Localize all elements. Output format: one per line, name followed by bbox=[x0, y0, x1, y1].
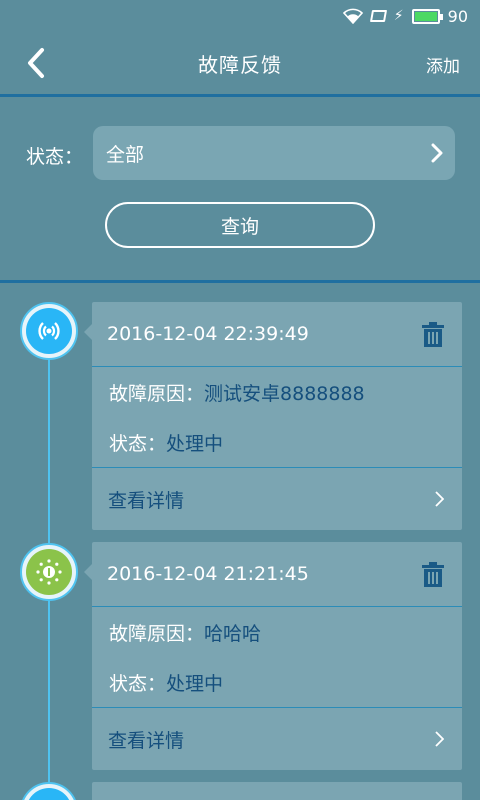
header-divider bbox=[0, 94, 480, 97]
reason-label: 故障原因： bbox=[109, 382, 205, 405]
record-card: 2016-12-04 21:21:45 故障原因： 哈哈哈 状态： 处理中 查看… bbox=[84, 542, 462, 770]
status-filter-select[interactable]: 全部 bbox=[93, 126, 455, 180]
chevron-right-icon bbox=[435, 491, 444, 507]
status-label: 状态： bbox=[109, 432, 167, 455]
status-row: 状态： 处理中 bbox=[92, 657, 462, 707]
sim-icon bbox=[369, 10, 387, 22]
record-header: 2016-12-04 21:21:45 bbox=[92, 542, 462, 606]
filter-divider bbox=[0, 280, 480, 283]
timeline-node bbox=[20, 543, 78, 601]
record-time: 2016-12-04 21:21:45 bbox=[107, 563, 309, 585]
chevron-right-icon bbox=[435, 731, 444, 747]
status-label: 状态： bbox=[109, 672, 167, 695]
query-button[interactable]: 查询 bbox=[105, 202, 375, 248]
status-row: 状态： 处理中 bbox=[92, 417, 462, 467]
record-time: 2016-12-04 22:39:49 bbox=[107, 323, 309, 345]
back-button[interactable] bbox=[22, 46, 52, 80]
battery-percent: 90 bbox=[447, 6, 468, 26]
timeline-node bbox=[20, 302, 78, 360]
status-bar: ⚡ 90 bbox=[0, 0, 480, 32]
timeline-node-partial bbox=[26, 788, 72, 800]
app-header: 故障反馈 添加 bbox=[0, 32, 480, 94]
signal-icon bbox=[26, 308, 72, 354]
delete-button[interactable] bbox=[422, 322, 444, 347]
record-card-partial bbox=[92, 782, 462, 800]
delete-button[interactable] bbox=[422, 562, 444, 587]
chevron-right-icon bbox=[431, 143, 443, 163]
view-details-label: 查看详情 bbox=[108, 729, 185, 752]
trash-icon bbox=[422, 322, 444, 347]
reason-row: 故障原因： 测试安卓8888888 bbox=[92, 367, 462, 417]
status-value: 处理中 bbox=[166, 432, 224, 455]
page-title: 故障反馈 bbox=[198, 52, 282, 77]
view-details-link[interactable]: 查看详情 bbox=[92, 708, 462, 770]
reason-value: 哈哈哈 bbox=[204, 622, 262, 645]
record-header: 2016-12-04 22:39:49 bbox=[92, 302, 462, 366]
battery-icon bbox=[411, 8, 443, 24]
chevron-left-icon bbox=[28, 48, 44, 78]
status-value: 处理中 bbox=[166, 672, 224, 695]
add-button[interactable]: 添加 bbox=[426, 52, 460, 77]
timeline-node bbox=[20, 782, 78, 800]
trash-icon bbox=[422, 562, 444, 587]
record-card: 2016-12-04 22:39:49 故障原因： 测试安卓8888888 状态… bbox=[84, 302, 462, 530]
view-details-label: 查看详情 bbox=[108, 489, 185, 512]
status-filter-value: 全部 bbox=[106, 143, 145, 166]
charging-icon: ⚡ bbox=[393, 8, 404, 24]
reason-row: 故障原因： 哈哈哈 bbox=[92, 607, 462, 657]
wifi-icon bbox=[342, 8, 363, 24]
status-filter-label: 状态： bbox=[26, 146, 84, 168]
sun-icon bbox=[26, 549, 72, 595]
reason-label: 故障原因： bbox=[109, 622, 205, 645]
reason-value: 测试安卓8888888 bbox=[204, 382, 365, 405]
view-details-link[interactable]: 查看详情 bbox=[92, 468, 462, 530]
